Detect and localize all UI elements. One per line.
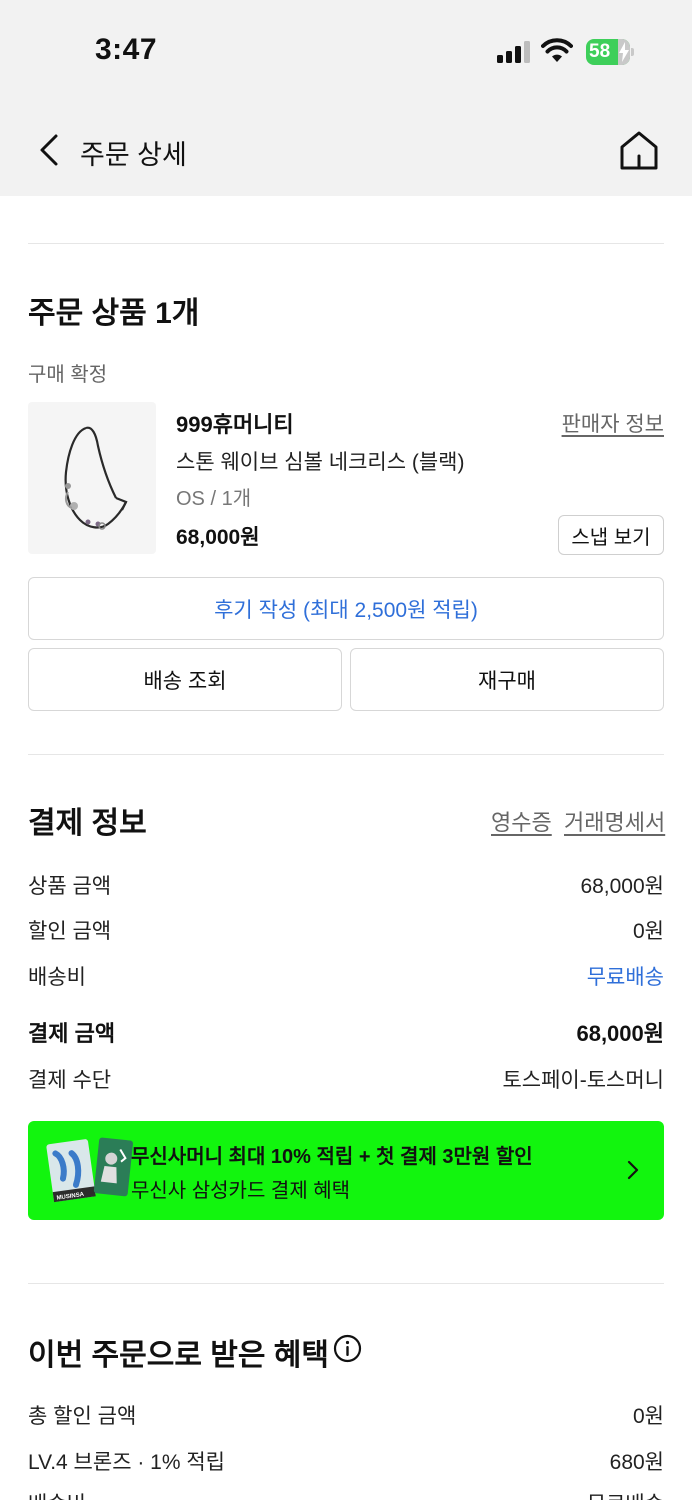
promo-subtitle: 무신사 삼성카드 결제 혜택: [131, 1180, 351, 1202]
payment-amount-label: 결제 금액: [28, 1021, 116, 1046]
back-chevron-icon[interactable]: [34, 130, 68, 170]
product-amount-label: 상품 금액: [28, 875, 112, 898]
status-time: 3:47: [95, 33, 158, 66]
order-products-title: 주문 상품 1개: [28, 297, 200, 330]
section-divider: [28, 243, 664, 244]
battery-icon: 58: [586, 39, 634, 65]
info-icon[interactable]: [333, 1334, 362, 1363]
product-image[interactable]: [28, 402, 156, 554]
product-amount-value: 68,000원: [580, 875, 664, 898]
card-promo-banner[interactable]: MUSINSA 무신사머니 최대 10% 적립 + 첫 결제 3만원 할인 무신…: [28, 1121, 664, 1220]
shipping-fee-value: 무료배송: [586, 966, 664, 989]
benefit-shipping-value: 무료배송: [587, 1488, 664, 1500]
shipping-fee-label: 배송비: [28, 966, 86, 989]
status-bar: 3:47 58: [0, 0, 692, 100]
discount-amount-value: 0원: [633, 920, 664, 943]
payment-method-value: 토스페이-토스머니: [502, 1069, 664, 1092]
snap-view-button[interactable]: 스냅 보기: [558, 515, 664, 555]
cellular-signal-icon: [497, 41, 530, 63]
necklace-image: [64, 426, 128, 530]
home-icon[interactable]: [617, 128, 661, 172]
card-promo-image: MUSINSA: [46, 1137, 133, 1203]
payment-info-title: 결제 정보: [28, 807, 147, 840]
product-price: 68,000원: [176, 526, 260, 549]
battery-level: 58: [589, 41, 611, 62]
track-delivery-button[interactable]: 배송 조회: [28, 648, 342, 711]
promo-title: 무신사머니 최대 10% 적립 + 첫 결제 3만원 할인: [131, 1146, 533, 1168]
discount-amount-label: 할인 금액: [28, 920, 112, 943]
transaction-statement-link[interactable]: 거래명세서: [564, 805, 665, 837]
payment-method-label: 결제 수단: [28, 1069, 112, 1092]
order-status: 구매 확정: [28, 364, 108, 386]
seller-info-link[interactable]: 판매자 정보: [562, 408, 664, 438]
benefit-shipping-label: 배송비: [28, 1488, 86, 1500]
section-divider: [28, 1283, 664, 1284]
wifi-icon: [541, 38, 573, 62]
receipt-link[interactable]: 영수증: [491, 805, 552, 837]
page-title: 주문 상세: [80, 140, 187, 170]
membership-reward-label: LV.4 브론즈 · 1% 적립: [28, 1451, 225, 1474]
write-review-button[interactable]: 후기 작성 (최대 2,500원 적립): [28, 577, 664, 640]
product-option: OS / 1개: [176, 488, 252, 510]
total-discount-value: 0원: [633, 1405, 664, 1428]
product-name[interactable]: 스톤 웨이브 심볼 네크리스 (블랙): [176, 446, 464, 476]
membership-reward-value: 680원: [609, 1451, 664, 1474]
chevron-right-icon: [627, 1160, 639, 1180]
total-discount-label: 총 할인 금액: [28, 1405, 137, 1428]
benefits-title: 이번 주문으로 받은 혜택: [28, 1339, 330, 1372]
section-divider: [28, 754, 664, 755]
rebuy-button[interactable]: 재구매: [350, 648, 664, 711]
nav-bar: 주문 상세: [0, 100, 692, 196]
payment-amount-value: 68,000원: [576, 1021, 664, 1046]
product-brand[interactable]: 999휴머니티: [176, 407, 294, 439]
